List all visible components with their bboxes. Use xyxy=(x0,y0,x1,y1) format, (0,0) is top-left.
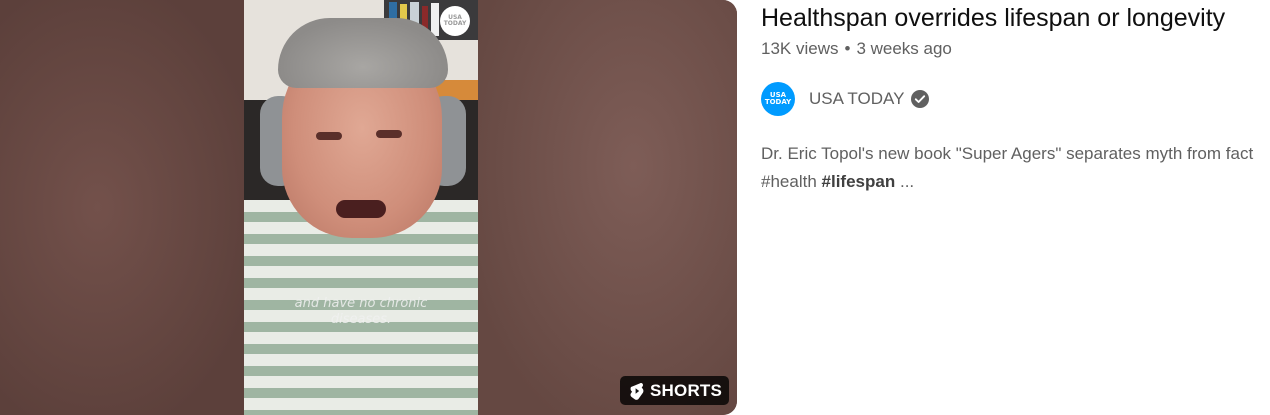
video-title[interactable]: Healthspan overrides lifespan or longevi… xyxy=(761,2,1225,34)
hashtag-health[interactable]: #health xyxy=(761,172,817,191)
channel-link[interactable]: USA TODAY USA TODAY xyxy=(761,82,930,116)
thumbnail-blur-right xyxy=(478,0,737,415)
shorts-icon xyxy=(630,382,644,400)
hair xyxy=(278,18,448,88)
hashtag-lifespan[interactable]: #lifespan xyxy=(822,172,896,191)
description-ellipsis: ... xyxy=(899,172,915,191)
description-text: Dr. Eric Topol's new book "Super Agers" … xyxy=(761,144,1254,163)
eye xyxy=(316,132,342,140)
watermark-line-2: TODAY xyxy=(443,20,467,27)
usa-today-watermark: USA TODAY xyxy=(440,6,470,36)
shorts-badge: SHORTS xyxy=(620,376,730,405)
thumbnail-video-frame: USA TODAY and have no chronic diseases. xyxy=(244,0,478,415)
eye xyxy=(376,130,402,138)
description-hashtags: #health #lifespan ... xyxy=(761,168,1270,196)
channel-name[interactable]: USA TODAY xyxy=(809,89,904,109)
avatar-line-2: TODAY xyxy=(764,98,792,106)
verified-badge-icon xyxy=(911,90,930,108)
mouth xyxy=(336,200,386,218)
video-thumbnail[interactable]: USA TODAY and have no chronic diseases. … xyxy=(0,0,737,415)
video-result-row: USA TODAY and have no chronic diseases. … xyxy=(0,0,1270,415)
book xyxy=(431,3,439,36)
video-info: Healthspan overrides lifespan or longevi… xyxy=(761,0,1270,415)
hashtag-lifespan-text: lifespan xyxy=(830,172,896,191)
metadata-separator: • xyxy=(844,39,851,58)
view-count: 13K views xyxy=(761,39,839,58)
channel-avatar[interactable]: USA TODAY xyxy=(761,82,795,116)
video-caption: and have no chronic diseases. xyxy=(244,296,478,328)
hashtag-prefix: # xyxy=(821,172,831,191)
caption-line-1: and have no chronic xyxy=(294,296,428,311)
caption-line-2: diseases. xyxy=(330,312,392,327)
upload-age: 3 weeks ago xyxy=(856,39,952,58)
thumbnail-blur-left xyxy=(0,0,244,415)
video-metadata: 13K views • 3 weeks ago xyxy=(761,38,952,60)
video-description: Dr. Eric Topol's new book "Super Agers" … xyxy=(761,140,1270,196)
shorts-badge-label: SHORTS xyxy=(650,380,723,400)
